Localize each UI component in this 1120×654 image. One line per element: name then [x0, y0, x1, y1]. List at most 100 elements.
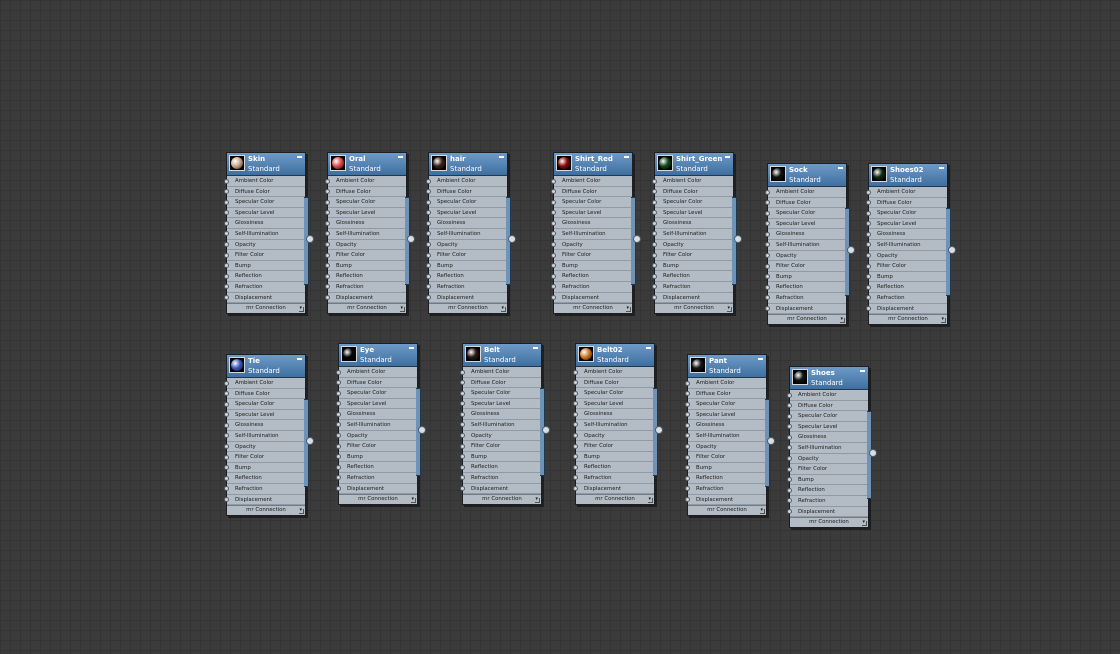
input-socket-icon[interactable] [224, 178, 229, 184]
input-slot[interactable]: Reflection [336, 462, 417, 473]
input-socket-icon[interactable] [551, 231, 556, 237]
input-slot[interactable]: Bump [765, 272, 846, 283]
input-slot[interactable]: Reflection [685, 473, 766, 484]
input-slot[interactable]: Filter Color [224, 250, 305, 261]
input-socket-icon[interactable] [325, 231, 330, 237]
input-socket-icon[interactable] [573, 422, 578, 428]
input-socket-icon[interactable] [325, 210, 330, 216]
input-socket-icon[interactable] [573, 486, 578, 492]
resize-grip-icon[interactable] [501, 307, 506, 313]
input-socket-icon[interactable] [224, 189, 229, 195]
input-socket-icon[interactable] [224, 486, 229, 492]
input-socket-icon[interactable] [652, 295, 657, 301]
input-slot[interactable]: Filter Color [224, 452, 305, 463]
input-socket-icon[interactable] [426, 252, 431, 258]
input-slot[interactable]: Specular Color [551, 197, 632, 208]
input-slot[interactable]: Displacement [652, 293, 733, 304]
input-slot[interactable]: Specular Level [685, 410, 766, 421]
node-header[interactable]: Sock Standard [768, 164, 846, 187]
input-slot[interactable]: Specular Color [652, 197, 733, 208]
input-slot[interactable]: Ambient Color [336, 367, 417, 378]
material-node-shoes[interactable]: Shoes Standard Ambient Color Diffuse Color S… [787, 366, 877, 529]
input-slot[interactable]: Displacement [224, 495, 305, 506]
collapse-icon[interactable] [624, 156, 629, 158]
input-socket-icon[interactable] [325, 284, 330, 290]
output-socket-icon[interactable] [418, 426, 426, 434]
mr-connection-rollout[interactable]: mr Connection ▾ [768, 314, 846, 324]
input-socket-icon[interactable] [573, 475, 578, 481]
input-slot[interactable]: Opacity [460, 431, 541, 442]
input-socket-icon[interactable] [426, 295, 431, 301]
resize-grip-icon[interactable] [411, 498, 416, 504]
input-socket-icon[interactable] [460, 464, 465, 470]
input-socket-icon[interactable] [551, 252, 556, 258]
input-slot[interactable]: Displacement [460, 484, 541, 495]
input-socket-icon[interactable] [787, 434, 792, 440]
collapse-icon[interactable] [758, 358, 763, 360]
output-socket-icon[interactable] [869, 449, 877, 457]
mr-connection-rollout[interactable]: mr Connection ▾ [688, 505, 766, 515]
input-slot[interactable]: Glossiness [325, 218, 406, 229]
input-socket-icon[interactable] [573, 369, 578, 375]
input-slot[interactable]: Ambient Color [224, 378, 305, 389]
node-header[interactable]: Pant Standard [688, 355, 766, 378]
resize-grip-icon[interactable] [626, 307, 631, 313]
input-socket-icon[interactable] [224, 465, 229, 471]
input-slot[interactable]: Filter Color [652, 250, 733, 261]
output-socket-icon[interactable] [847, 246, 855, 254]
input-socket-icon[interactable] [787, 445, 792, 451]
input-slot[interactable]: Specular Color [426, 197, 507, 208]
input-slot[interactable]: Glossiness [336, 409, 417, 420]
input-slot[interactable]: Specular Color [787, 411, 868, 422]
input-socket-icon[interactable] [685, 391, 690, 397]
input-socket-icon[interactable] [336, 401, 341, 407]
output-socket-icon[interactable] [734, 235, 742, 243]
input-slot[interactable]: Diffuse Color [460, 378, 541, 389]
input-socket-icon[interactable] [573, 464, 578, 470]
input-slot[interactable]: Refraction [866, 293, 947, 304]
input-socket-icon[interactable] [652, 189, 657, 195]
input-slot[interactable]: Specular Level [224, 410, 305, 421]
input-slot[interactable]: Specular Color [765, 208, 846, 219]
input-socket-icon[interactable] [551, 295, 556, 301]
input-slot[interactable]: Opacity [787, 454, 868, 465]
input-socket-icon[interactable] [866, 253, 871, 259]
input-socket-icon[interactable] [426, 242, 431, 248]
mr-connection-rollout[interactable]: mr Connection ▾ [655, 303, 733, 313]
input-socket-icon[interactable] [336, 454, 341, 460]
input-socket-icon[interactable] [224, 242, 229, 248]
input-socket-icon[interactable] [426, 178, 431, 184]
input-slot[interactable]: Reflection [787, 485, 868, 496]
input-socket-icon[interactable] [551, 273, 556, 279]
input-socket-icon[interactable] [787, 392, 792, 398]
material-node-pant[interactable]: Pant Standard Ambient Color Diffuse Color Sp… [685, 354, 775, 517]
input-socket-icon[interactable] [652, 199, 657, 205]
input-slot[interactable]: Displacement [685, 495, 766, 506]
input-slot[interactable]: Specular Color [866, 208, 947, 219]
input-slot[interactable]: Glossiness [224, 420, 305, 431]
input-socket-icon[interactable] [460, 369, 465, 375]
input-socket-icon[interactable] [426, 199, 431, 205]
input-slot[interactable]: Self-Illumination [426, 229, 507, 240]
mr-connection-rollout[interactable]: mr Connection ▾ [869, 314, 947, 324]
input-socket-icon[interactable] [224, 273, 229, 279]
input-slot[interactable]: Glossiness [685, 420, 766, 431]
input-slot[interactable]: Self-Illumination [551, 229, 632, 240]
input-socket-icon[interactable] [325, 189, 330, 195]
input-slot[interactable]: Specular Level [652, 208, 733, 219]
input-socket-icon[interactable] [652, 263, 657, 269]
input-socket-icon[interactable] [573, 380, 578, 386]
input-slot[interactable]: Ambient Color [652, 176, 733, 187]
input-socket-icon[interactable] [325, 263, 330, 269]
input-slot[interactable]: Glossiness [765, 229, 846, 240]
input-socket-icon[interactable] [866, 189, 871, 195]
input-socket-icon[interactable] [685, 454, 690, 460]
input-socket-icon[interactable] [224, 497, 229, 503]
input-socket-icon[interactable] [685, 486, 690, 492]
material-node-tie[interactable]: Tie Standard Ambient Color Diffuse Color Spe… [224, 354, 314, 517]
node-header[interactable]: Shirt_Red Standard [554, 153, 632, 176]
material-node-hair[interactable]: hair Standard Ambient Color Diffuse Color Sp… [426, 152, 516, 315]
input-slot[interactable]: Reflection [426, 271, 507, 282]
input-slot[interactable]: Opacity [551, 240, 632, 251]
input-socket-icon[interactable] [426, 220, 431, 226]
